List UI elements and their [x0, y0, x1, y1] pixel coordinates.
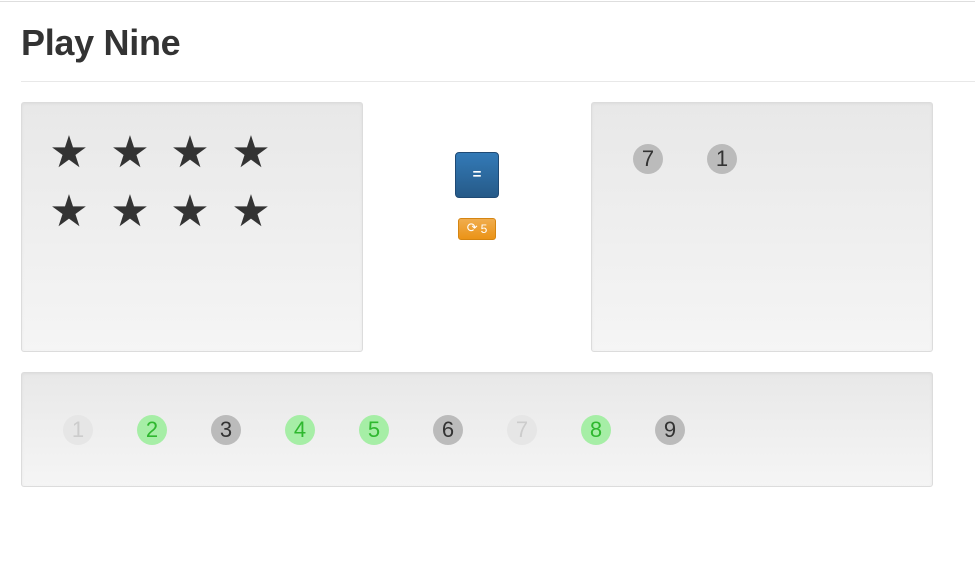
star-icon: ★ — [110, 186, 150, 237]
top-divider — [0, 1, 975, 2]
number-2[interactable]: 2 — [137, 415, 167, 445]
redraws-left-count: 5 — [480, 222, 488, 236]
star-icon: ★ — [49, 186, 89, 237]
number-7[interactable]: 7 — [507, 415, 537, 445]
number-4[interactable]: 4 — [285, 415, 315, 445]
star-icon: ★ — [170, 186, 210, 237]
redraw-button[interactable]: ⟳ 5 — [458, 218, 496, 240]
selected-number[interactable]: 7 — [633, 144, 663, 174]
refresh-icon: ⟳ — [466, 221, 478, 236]
star-icon: ★ — [170, 127, 210, 178]
check-answer-button[interactable]: = — [455, 152, 499, 198]
page-title: Play Nine — [21, 22, 181, 63]
stars-frame: ★ ★ ★ ★ ★ ★ ★ ★ — [21, 102, 363, 352]
number-1[interactable]: 1 — [63, 415, 93, 445]
number-3[interactable]: 3 — [211, 415, 241, 445]
star-icon: ★ — [49, 127, 89, 178]
numbers-frame: 1 2 3 4 5 6 7 8 9 — [21, 372, 933, 487]
star-icon: ★ — [110, 127, 150, 178]
star-icon: ★ — [231, 186, 271, 237]
number-8[interactable]: 8 — [581, 415, 611, 445]
answer-frame: 7 1 — [591, 102, 933, 352]
number-6[interactable]: 6 — [433, 415, 463, 445]
star-icon: ★ — [231, 127, 271, 178]
selected-number[interactable]: 1 — [707, 144, 737, 174]
header-divider — [21, 81, 975, 82]
number-5[interactable]: 5 — [359, 415, 389, 445]
number-9[interactable]: 9 — [655, 415, 685, 445]
